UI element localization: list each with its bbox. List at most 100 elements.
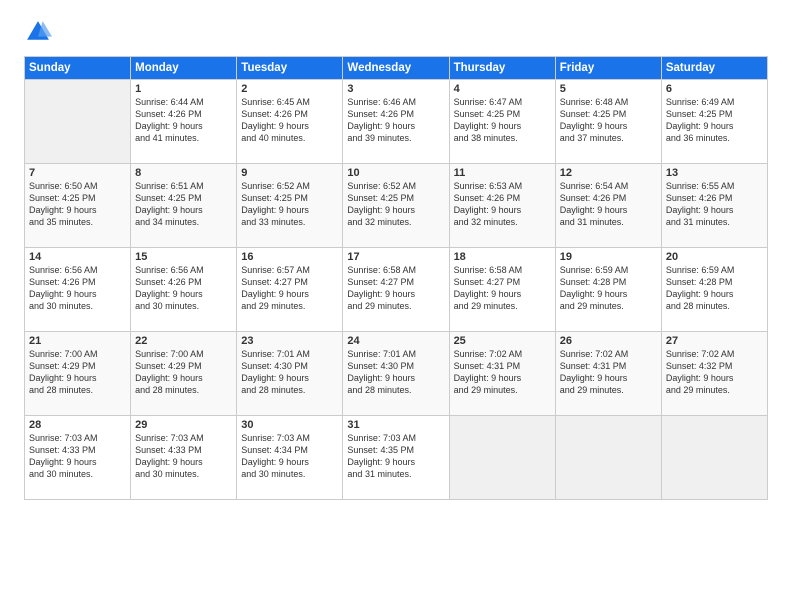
day-cell: 19Sunrise: 6:59 AM Sunset: 4:28 PM Dayli… — [555, 248, 661, 332]
day-info: Sunrise: 7:03 AM Sunset: 4:33 PM Dayligh… — [29, 432, 126, 481]
day-info: Sunrise: 6:58 AM Sunset: 4:27 PM Dayligh… — [454, 264, 551, 313]
col-header-sunday: Sunday — [25, 57, 131, 80]
day-info: Sunrise: 7:02 AM Sunset: 4:31 PM Dayligh… — [454, 348, 551, 397]
day-number: 25 — [454, 335, 551, 347]
day-number: 11 — [454, 167, 551, 179]
day-number: 26 — [560, 335, 657, 347]
day-number: 17 — [347, 251, 444, 263]
week-row-1: 1Sunrise: 6:44 AM Sunset: 4:26 PM Daylig… — [25, 80, 768, 164]
day-cell: 18Sunrise: 6:58 AM Sunset: 4:27 PM Dayli… — [449, 248, 555, 332]
day-cell: 7Sunrise: 6:50 AM Sunset: 4:25 PM Daylig… — [25, 164, 131, 248]
day-info: Sunrise: 6:48 AM Sunset: 4:25 PM Dayligh… — [560, 96, 657, 145]
day-info: Sunrise: 6:45 AM Sunset: 4:26 PM Dayligh… — [241, 96, 338, 145]
day-info: Sunrise: 6:47 AM Sunset: 4:25 PM Dayligh… — [454, 96, 551, 145]
day-number: 31 — [347, 419, 444, 431]
day-cell — [25, 80, 131, 164]
day-number: 16 — [241, 251, 338, 263]
day-info: Sunrise: 7:00 AM Sunset: 4:29 PM Dayligh… — [135, 348, 232, 397]
day-cell: 22Sunrise: 7:00 AM Sunset: 4:29 PM Dayli… — [131, 332, 237, 416]
day-info: Sunrise: 7:02 AM Sunset: 4:31 PM Dayligh… — [560, 348, 657, 397]
day-cell: 5Sunrise: 6:48 AM Sunset: 4:25 PM Daylig… — [555, 80, 661, 164]
page: SundayMondayTuesdayWednesdayThursdayFrid… — [0, 0, 792, 612]
day-cell: 27Sunrise: 7:02 AM Sunset: 4:32 PM Dayli… — [661, 332, 767, 416]
day-number: 13 — [666, 167, 763, 179]
day-cell: 4Sunrise: 6:47 AM Sunset: 4:25 PM Daylig… — [449, 80, 555, 164]
day-number: 19 — [560, 251, 657, 263]
day-info: Sunrise: 6:55 AM Sunset: 4:26 PM Dayligh… — [666, 180, 763, 229]
day-cell: 15Sunrise: 6:56 AM Sunset: 4:26 PM Dayli… — [131, 248, 237, 332]
col-header-thursday: Thursday — [449, 57, 555, 80]
day-cell: 25Sunrise: 7:02 AM Sunset: 4:31 PM Dayli… — [449, 332, 555, 416]
day-cell: 9Sunrise: 6:52 AM Sunset: 4:25 PM Daylig… — [237, 164, 343, 248]
week-row-2: 7Sunrise: 6:50 AM Sunset: 4:25 PM Daylig… — [25, 164, 768, 248]
day-info: Sunrise: 6:57 AM Sunset: 4:27 PM Dayligh… — [241, 264, 338, 313]
day-cell: 29Sunrise: 7:03 AM Sunset: 4:33 PM Dayli… — [131, 416, 237, 500]
header-row: SundayMondayTuesdayWednesdayThursdayFrid… — [25, 57, 768, 80]
day-cell: 28Sunrise: 7:03 AM Sunset: 4:33 PM Dayli… — [25, 416, 131, 500]
generalblue-icon — [24, 18, 52, 46]
day-number: 9 — [241, 167, 338, 179]
day-number: 27 — [666, 335, 763, 347]
day-cell: 16Sunrise: 6:57 AM Sunset: 4:27 PM Dayli… — [237, 248, 343, 332]
day-cell: 10Sunrise: 6:52 AM Sunset: 4:25 PM Dayli… — [343, 164, 449, 248]
day-cell: 17Sunrise: 6:58 AM Sunset: 4:27 PM Dayli… — [343, 248, 449, 332]
day-info: Sunrise: 6:56 AM Sunset: 4:26 PM Dayligh… — [29, 264, 126, 313]
day-number: 10 — [347, 167, 444, 179]
week-row-4: 21Sunrise: 7:00 AM Sunset: 4:29 PM Dayli… — [25, 332, 768, 416]
day-number: 7 — [29, 167, 126, 179]
col-header-tuesday: Tuesday — [237, 57, 343, 80]
day-number: 22 — [135, 335, 232, 347]
day-cell: 21Sunrise: 7:00 AM Sunset: 4:29 PM Dayli… — [25, 332, 131, 416]
day-info: Sunrise: 6:46 AM Sunset: 4:26 PM Dayligh… — [347, 96, 444, 145]
day-number: 12 — [560, 167, 657, 179]
day-number: 18 — [454, 251, 551, 263]
day-info: Sunrise: 7:01 AM Sunset: 4:30 PM Dayligh… — [347, 348, 444, 397]
day-cell: 20Sunrise: 6:59 AM Sunset: 4:28 PM Dayli… — [661, 248, 767, 332]
day-number: 1 — [135, 83, 232, 95]
day-cell — [661, 416, 767, 500]
day-info: Sunrise: 6:56 AM Sunset: 4:26 PM Dayligh… — [135, 264, 232, 313]
day-cell: 6Sunrise: 6:49 AM Sunset: 4:25 PM Daylig… — [661, 80, 767, 164]
day-number: 20 — [666, 251, 763, 263]
day-number: 24 — [347, 335, 444, 347]
header — [24, 18, 768, 46]
col-header-saturday: Saturday — [661, 57, 767, 80]
day-info: Sunrise: 7:03 AM Sunset: 4:35 PM Dayligh… — [347, 432, 444, 481]
day-info: Sunrise: 6:59 AM Sunset: 4:28 PM Dayligh… — [666, 264, 763, 313]
day-number: 8 — [135, 167, 232, 179]
week-row-3: 14Sunrise: 6:56 AM Sunset: 4:26 PM Dayli… — [25, 248, 768, 332]
day-number: 29 — [135, 419, 232, 431]
col-header-wednesday: Wednesday — [343, 57, 449, 80]
day-info: Sunrise: 6:49 AM Sunset: 4:25 PM Dayligh… — [666, 96, 763, 145]
day-info: Sunrise: 6:44 AM Sunset: 4:26 PM Dayligh… — [135, 96, 232, 145]
day-info: Sunrise: 6:58 AM Sunset: 4:27 PM Dayligh… — [347, 264, 444, 313]
day-number: 15 — [135, 251, 232, 263]
day-info: Sunrise: 6:52 AM Sunset: 4:25 PM Dayligh… — [241, 180, 338, 229]
day-info: Sunrise: 7:00 AM Sunset: 4:29 PM Dayligh… — [29, 348, 126, 397]
day-number: 30 — [241, 419, 338, 431]
col-header-friday: Friday — [555, 57, 661, 80]
day-cell: 24Sunrise: 7:01 AM Sunset: 4:30 PM Dayli… — [343, 332, 449, 416]
day-info: Sunrise: 6:54 AM Sunset: 4:26 PM Dayligh… — [560, 180, 657, 229]
day-info: Sunrise: 7:01 AM Sunset: 4:30 PM Dayligh… — [241, 348, 338, 397]
col-header-monday: Monday — [131, 57, 237, 80]
day-cell: 23Sunrise: 7:01 AM Sunset: 4:30 PM Dayli… — [237, 332, 343, 416]
day-cell: 2Sunrise: 6:45 AM Sunset: 4:26 PM Daylig… — [237, 80, 343, 164]
day-info: Sunrise: 6:59 AM Sunset: 4:28 PM Dayligh… — [560, 264, 657, 313]
day-number: 28 — [29, 419, 126, 431]
day-info: Sunrise: 7:03 AM Sunset: 4:33 PM Dayligh… — [135, 432, 232, 481]
day-cell: 14Sunrise: 6:56 AM Sunset: 4:26 PM Dayli… — [25, 248, 131, 332]
day-info: Sunrise: 6:51 AM Sunset: 4:25 PM Dayligh… — [135, 180, 232, 229]
day-info: Sunrise: 7:02 AM Sunset: 4:32 PM Dayligh… — [666, 348, 763, 397]
day-number: 2 — [241, 83, 338, 95]
day-info: Sunrise: 6:53 AM Sunset: 4:26 PM Dayligh… — [454, 180, 551, 229]
day-number: 5 — [560, 83, 657, 95]
day-cell: 8Sunrise: 6:51 AM Sunset: 4:25 PM Daylig… — [131, 164, 237, 248]
day-info: Sunrise: 7:03 AM Sunset: 4:34 PM Dayligh… — [241, 432, 338, 481]
week-row-5: 28Sunrise: 7:03 AM Sunset: 4:33 PM Dayli… — [25, 416, 768, 500]
day-info: Sunrise: 6:50 AM Sunset: 4:25 PM Dayligh… — [29, 180, 126, 229]
day-number: 6 — [666, 83, 763, 95]
day-info: Sunrise: 6:52 AM Sunset: 4:25 PM Dayligh… — [347, 180, 444, 229]
logo — [24, 18, 56, 46]
day-cell: 12Sunrise: 6:54 AM Sunset: 4:26 PM Dayli… — [555, 164, 661, 248]
